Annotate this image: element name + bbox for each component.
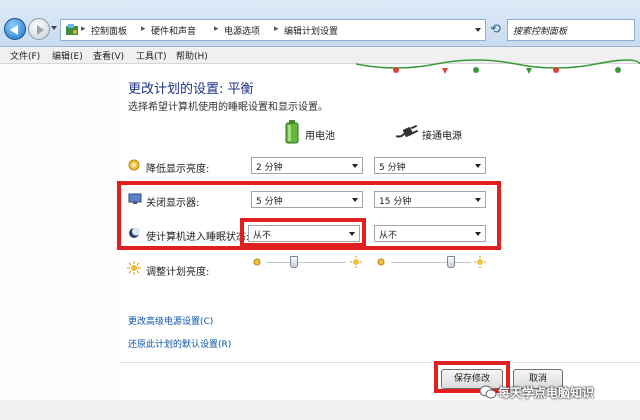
breadcrumb-power-options[interactable]: 电源选项	[224, 24, 260, 37]
breadcrumb-separator: ▸	[274, 24, 279, 34]
breadcrumb-edit-plan[interactable]: 编辑计划设置	[284, 24, 338, 37]
dim-display-plugged-select[interactable]: 5 分钟	[374, 157, 486, 174]
control-panel-icon	[66, 24, 78, 35]
breadcrumb-separator: ▸	[141, 24, 146, 34]
wechat-logo-icon	[479, 385, 497, 399]
breadcrumb-separator: ▸	[81, 24, 86, 34]
brightness-low-icon	[253, 258, 261, 266]
menu-tools[interactable]: 工具(T)	[136, 49, 167, 62]
battery-brightness-slider[interactable]	[290, 256, 298, 268]
menu-help[interactable]: 帮助(H)	[176, 49, 208, 62]
breadcrumb[interactable]: ▸ 控制面板 ▸ 硬件和声音 ▸ 电源选项 ▸ 编辑计划设置	[60, 19, 486, 41]
breadcrumb-hardware-sound[interactable]: 硬件和声音	[151, 24, 196, 37]
festive-decoration-icon	[356, 59, 640, 74]
divider	[120, 362, 640, 363]
plan-brightness-label: 调整计划亮度:	[146, 267, 210, 278]
breadcrumb-separator: ▸	[214, 24, 219, 34]
watermark: 每天学点电脑知识	[498, 386, 595, 400]
select-value: 2 分钟	[256, 163, 283, 173]
refresh-icon[interactable]: ⟲	[490, 22, 501, 37]
status-bar	[0, 400, 640, 420]
column-plugged-in-label: 接通电源	[422, 131, 462, 142]
search-placeholder: 搜索控制面板	[513, 27, 568, 37]
recent-pages-dropdown-icon[interactable]	[51, 26, 57, 30]
breadcrumb-control-panel[interactable]: 控制面板	[91, 24, 127, 37]
highlight-box-sleep-battery	[240, 218, 366, 247]
back-button[interactable]	[4, 18, 26, 40]
brightness-icon	[128, 159, 140, 171]
restore-defaults-link[interactable]: 还原此计划的默认设置(R)	[128, 337, 231, 350]
page-title: 更改计划的设置: 平衡	[128, 82, 254, 97]
chevron-down-icon	[352, 164, 358, 168]
address-dropdown-icon[interactable]	[475, 28, 481, 32]
power-plug-icon	[395, 124, 419, 138]
brightness-high-icon	[350, 256, 362, 268]
menu-view[interactable]: 查看(V)	[93, 49, 124, 62]
sun-icon	[127, 261, 141, 275]
search-input[interactable]: 搜索控制面板	[507, 19, 635, 41]
forward-button[interactable]	[28, 18, 50, 40]
advanced-power-settings-link[interactable]: 更改高级电源设置(C)	[128, 314, 213, 327]
battery-brightness-track[interactable]	[266, 262, 346, 264]
brightness-high-icon	[474, 256, 486, 268]
dim-display-label: 降低显示亮度:	[146, 164, 210, 175]
menu-file[interactable]: 文件(F)	[10, 49, 40, 62]
brightness-low-icon	[377, 258, 385, 266]
dim-display-battery-select[interactable]: 2 分钟	[251, 157, 363, 174]
column-battery-label: 用电池	[305, 131, 335, 142]
menu-edit[interactable]: 编辑(E)	[52, 49, 83, 62]
page-subtitle: 选择希望计算机使用的睡眠设置和显示设置。	[128, 102, 328, 113]
battery-icon	[285, 120, 299, 144]
side-panel	[0, 64, 120, 400]
chevron-down-icon	[475, 164, 481, 168]
select-value: 5 分钟	[379, 163, 406, 173]
plugged-brightness-slider[interactable]	[447, 256, 455, 268]
plugged-brightness-track[interactable]	[391, 262, 471, 264]
address-bar: ▸ 控制面板 ▸ 硬件和声音 ▸ 电源选项 ▸ 编辑计划设置 ⟲ 搜索控制面板	[0, 0, 640, 47]
